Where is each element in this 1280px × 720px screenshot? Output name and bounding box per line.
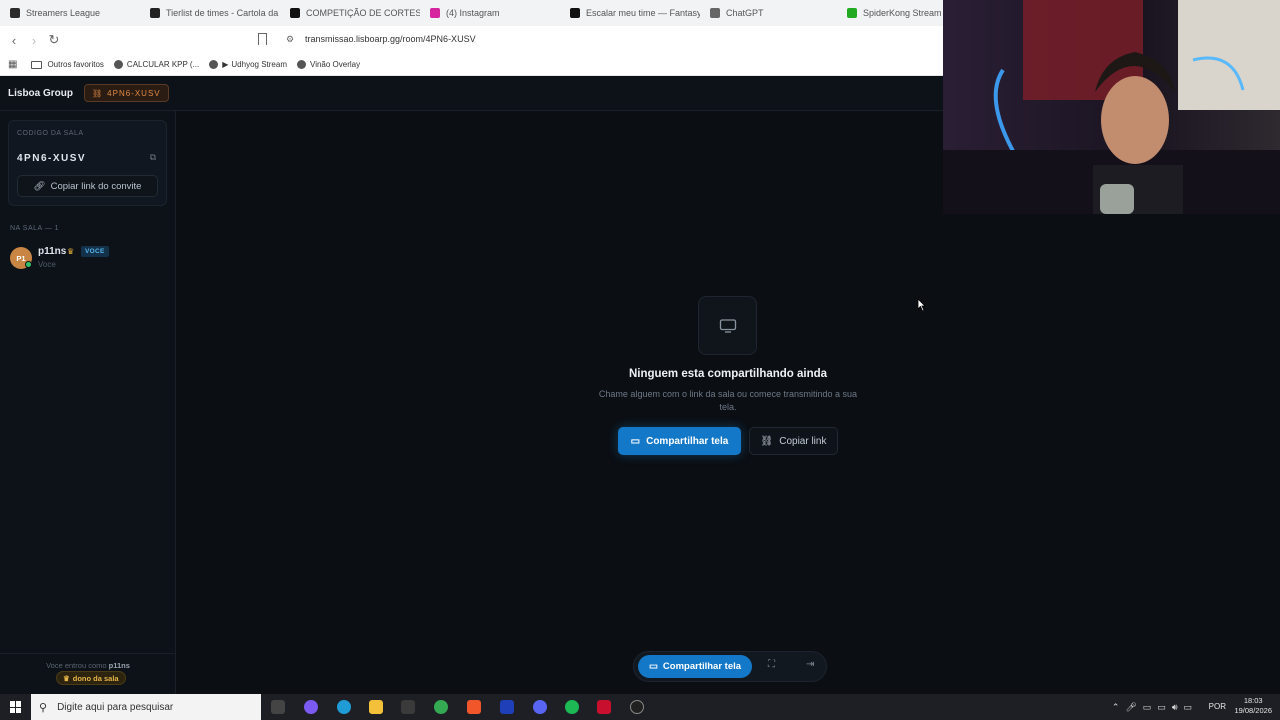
browser-tab[interactable]: Tierlist de times - Cartola da S [140, 0, 280, 26]
crown-icon: ♛ [63, 673, 70, 683]
play-icon: ▶ [222, 60, 229, 69]
vegas-icon[interactable] [500, 700, 514, 714]
room-code-chip[interactable]: ⛓ 4PN6-XUSV [84, 84, 169, 102]
tab-favicon-icon [150, 8, 160, 18]
language-indicator[interactable]: POR [1209, 702, 1226, 711]
globe-icon [209, 60, 219, 69]
brand-title[interactable]: Lisboa Group [8, 88, 73, 99]
task-view-icon[interactable] [271, 700, 285, 714]
voice-app-icon[interactable] [597, 700, 611, 714]
empty-state-title: Ninguem esta compartilhando ainda [628, 368, 828, 380]
bottom-control-bar: ▭ Compartilhar tela ⛶ ⇥ [633, 651, 827, 682]
brave-icon[interactable] [467, 700, 481, 714]
bookmark-star-icon[interactable] [258, 33, 267, 45]
tab-favicon-icon [10, 8, 20, 18]
tab-favicon-icon [290, 8, 300, 18]
tab-title: ChatGPT [726, 8, 764, 18]
webcam-overlay [943, 0, 1280, 214]
bookmark-vinao[interactable]: Vinão Overlay [297, 60, 360, 69]
tab-title: Streamers League [26, 8, 101, 18]
browser-tab[interactable]: Escalar meu time — Fantasy d [560, 0, 700, 26]
taskbar-search[interactable]: ⚲ Digite aqui para pesquisar [31, 694, 261, 720]
link-icon: 🔗︎ [33, 180, 46, 192]
globe-icon [297, 60, 306, 69]
copy-icon[interactable]: ⧉ [150, 152, 156, 163]
tab-favicon-icon [570, 8, 580, 18]
tab-favicon-icon [847, 8, 857, 18]
reload-icon[interactable]: ↻ [44, 32, 64, 48]
browser-tab[interactable]: (4) Instagram [420, 0, 560, 26]
monitor-icon [719, 318, 736, 333]
leave-room-icon[interactable]: ⇥ [806, 659, 814, 670]
tab-title: COMPETIÇÃO DE CORTES DO [306, 8, 420, 18]
room-code-value: 4PN6-XUSV [17, 153, 87, 164]
chrome-icon[interactable] [434, 700, 448, 714]
sidebar: CODIGO DA SALA 4PN6-XUSV ⧉ 🔗︎ Copiar lin… [0, 111, 176, 694]
clock[interactable]: 18:03 19/08/2026 [1234, 696, 1272, 716]
empty-state-subtitle: Chame alguem com o link da sala ou comec… [598, 389, 858, 412]
bottom-share-screen-button[interactable]: ▭ Compartilhar tela [638, 655, 752, 678]
tab-favicon-icon [710, 8, 720, 18]
tab-favicon-icon [430, 8, 440, 18]
bookmarks-bar: ▦ Outros favoritos CALCULAR KPP (... ▶ U… [0, 54, 943, 76]
crown-icon: ♛ [67, 247, 75, 256]
spotify-icon[interactable] [565, 700, 579, 714]
screen-share-icon: ▭ [630, 435, 641, 447]
share-screen-button[interactable]: ▭ Compartilhar tela [618, 427, 741, 455]
browser-tab[interactable]: SpiderKong Stream - V [837, 0, 943, 26]
apps-grid-icon[interactable]: ▦ [8, 59, 17, 70]
link-icon: ⛓ [760, 435, 774, 447]
bookmark-calcular[interactable]: CALCULAR KPP (... [113, 60, 199, 69]
in-room-label: NA SALA — 1 [10, 225, 60, 232]
browser-tab[interactable]: COMPETIÇÃO DE CORTES DO [280, 0, 420, 26]
bookmark-udhyog[interactable]: ▶ Udhyog Stream [209, 60, 287, 69]
forward-icon[interactable]: › [24, 33, 44, 48]
obs-icon[interactable] [630, 700, 644, 714]
room-code-label: CODIGO DA SALA [17, 130, 84, 137]
discord-icon[interactable] [533, 700, 547, 714]
site-info-icon[interactable]: ⚙ [286, 34, 294, 45]
screen-share-icon: ▭ [648, 661, 658, 672]
windows-taskbar: ⚲ Digite aqui para pesquisar ⌃🎤︎▭▭🔊︎▭ PO… [0, 694, 1280, 720]
globe-icon [113, 60, 123, 69]
back-icon[interactable]: ‹ [4, 33, 24, 48]
copy-link-button[interactable]: ⛓ Copiar link [749, 427, 838, 455]
address-bar[interactable]: transmissao.lisboarp.gg/room/4PN6-XUSV [305, 34, 476, 44]
app-icon[interactable] [401, 700, 415, 714]
tab-title: (4) Instagram [446, 8, 500, 18]
room-owner-badge: ♛ dono da sala [56, 671, 126, 685]
entered-as-text: Voce entrou como p11ns [46, 661, 130, 670]
copilot-icon[interactable] [304, 700, 318, 714]
windows-start-icon[interactable] [10, 701, 22, 713]
search-icon: ⚲ [39, 701, 48, 714]
browser-toolbar: ‹ › ↻ ⚙ transmissao.lisboarp.gg/room/4PN… [0, 26, 943, 54]
webcam-scene-image [943, 0, 1280, 214]
member-name: p11ns [38, 246, 67, 257]
browser-tab[interactable]: ChatGPT [700, 0, 840, 26]
member-subtitle: Voce [38, 260, 56, 269]
folder-icon [31, 60, 43, 69]
link-icon: ⛓ [92, 88, 104, 98]
tab-title: Escalar meu time — Fantasy d [586, 8, 700, 18]
bookmark-folder-outros[interactable]: Outros favoritos [31, 60, 104, 69]
online-status-dot [25, 261, 32, 268]
you-badge: VOCE [81, 246, 109, 257]
empty-state-icon-box [698, 296, 757, 355]
edge-icon[interactable] [337, 700, 351, 714]
file-explorer-icon[interactable] [369, 700, 383, 714]
mouse-cursor-icon [917, 298, 926, 312]
app-header: Lisboa Group ⛓ 4PN6-XUSV [0, 76, 943, 111]
fullscreen-icon[interactable]: ⛶ [768, 659, 775, 670]
tab-title: Tierlist de times - Cartola da S [166, 8, 280, 18]
sidebar-divider [0, 653, 176, 654]
room-code-card: CODIGO DA SALA 4PN6-XUSV ⧉ 🔗︎ Copiar lin… [8, 120, 167, 206]
tab-title: SpiderKong Stream - V [863, 8, 943, 18]
system-tray-icons[interactable]: ⌃🎤︎▭▭🔊︎▭ [1112, 702, 1198, 713]
browser-tab[interactable]: Streamers League [0, 0, 140, 26]
copy-invite-link-button[interactable]: 🔗︎ Copiar link do convite [17, 175, 158, 197]
